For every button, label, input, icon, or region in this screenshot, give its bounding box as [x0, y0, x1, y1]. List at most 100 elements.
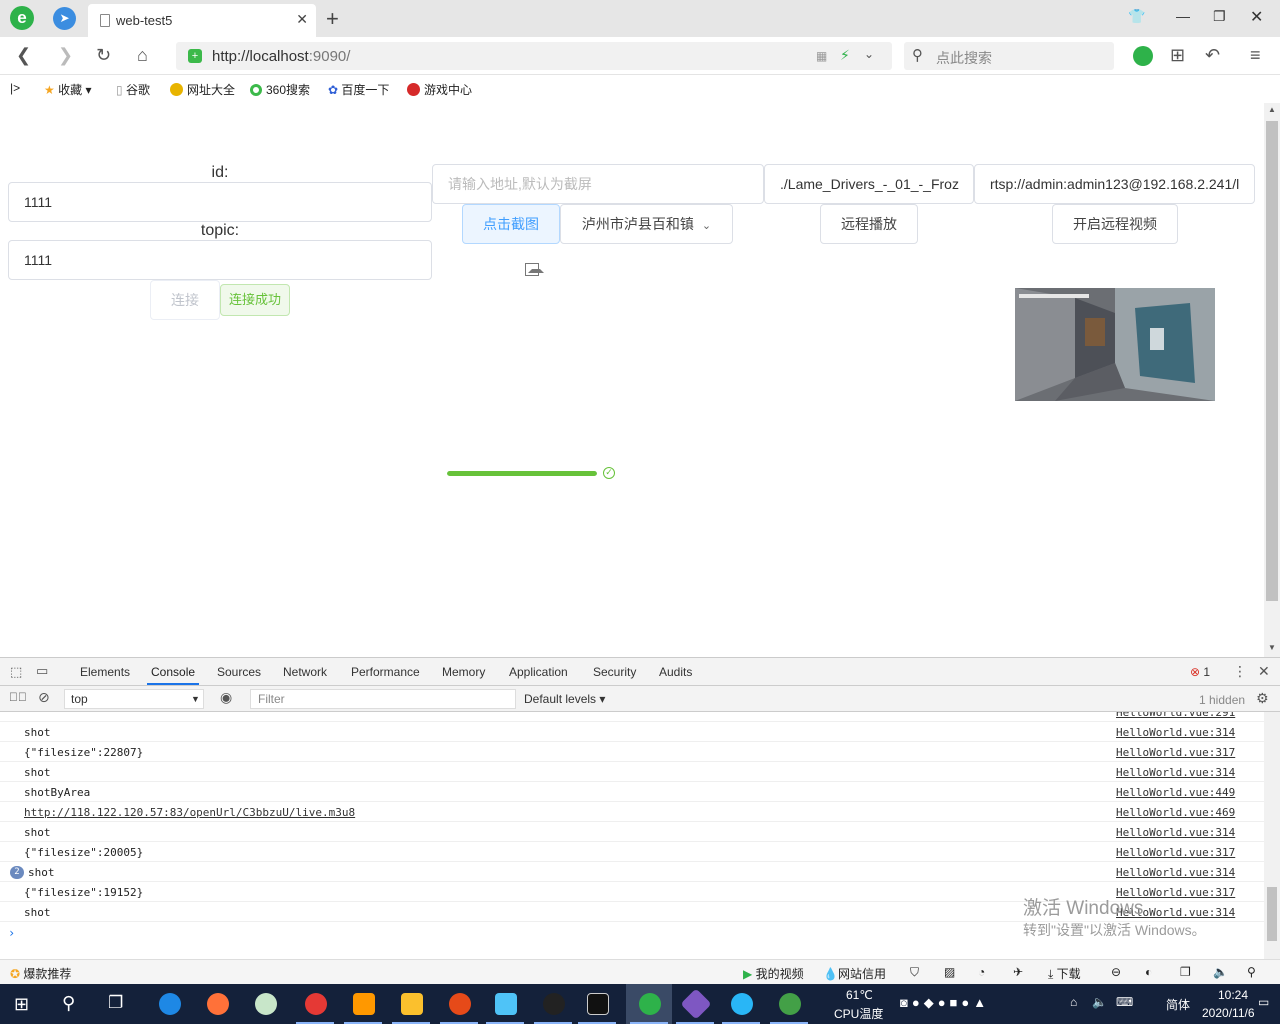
tab-close-icon[interactable]: ✕ — [296, 11, 308, 28]
keyboard-icon[interactable]: ⌨ — [1116, 995, 1133, 1009]
tray-icons[interactable]: ◙●◆●■●▲ — [900, 995, 990, 1011]
console-scrollbar[interactable] — [1264, 712, 1280, 960]
browser-app-icon[interactable] — [626, 984, 672, 1024]
device-toolbar-icon[interactable]: ▭ — [36, 663, 48, 679]
page-scrollbar[interactable]: ▲ ▼ — [1264, 103, 1280, 657]
maximize-icon[interactable]: ❐ — [1213, 8, 1226, 25]
bookmark-google[interactable]: ▯ 谷歌 — [116, 81, 150, 98]
page-scrollbar-thumb[interactable] — [1266, 121, 1278, 601]
tab-elements[interactable]: Elements — [80, 665, 130, 679]
connect-button[interactable]: 连接 — [150, 280, 220, 320]
tab-security[interactable]: Security — [593, 665, 636, 679]
clock-time[interactable]: 10:24 — [1218, 988, 1248, 1002]
rtsp-url-input[interactable]: rtsp://admin:admin123@192.168.2.241/l — [974, 164, 1255, 204]
sublime-app-icon[interactable] — [340, 984, 386, 1024]
navigation-arrow-icon[interactable]: ➤ — [53, 7, 76, 30]
url-dropdown-icon[interactable]: ⌄ — [864, 47, 874, 61]
cookie-status-icon[interactable]: ⊖ — [1111, 965, 1121, 979]
home-icon[interactable]: ⌂ — [137, 45, 148, 66]
shield-status-icon[interactable]: ⛉ — [910, 965, 919, 980]
taskbar-search-icon[interactable]: ⚲ — [62, 993, 75, 1014]
hot-recommend-link[interactable]: ✪ 爆款推荐 — [10, 965, 71, 982]
back-icon[interactable]: ❮ — [16, 45, 31, 66]
location-select[interactable]: 泸州市泸县百和镇 ⌄ — [560, 204, 733, 244]
console-source-link[interactable]: HelloWorld.vue:469 — [1116, 806, 1235, 819]
devtools-close-icon[interactable]: ✕ — [1258, 663, 1270, 680]
git-app-icon[interactable] — [672, 984, 718, 1024]
new-tab-icon[interactable]: + — [326, 6, 339, 32]
network-icon[interactable]: ⌂ — [1070, 995, 1077, 1009]
console-scrollbar-thumb[interactable] — [1267, 887, 1277, 941]
forward-icon[interactable]: ❯ — [58, 45, 73, 66]
undo-icon[interactable]: ↶ — [1205, 45, 1220, 66]
browser-logo-icon[interactable]: e — [10, 6, 34, 30]
tab-network[interactable]: Network — [283, 665, 327, 679]
reload-icon[interactable]: ↻ — [96, 45, 111, 66]
context-select[interactable]: top ▼ — [64, 689, 204, 709]
connected-status-button[interactable]: 连接成功 — [220, 284, 290, 316]
clean-status-icon[interactable]: ◐ — [1145, 965, 1152, 979]
live-expression-eye-icon[interactable]: ◉ — [220, 689, 232, 706]
speed-status-icon[interactable]: ◔ — [978, 965, 985, 979]
download-link[interactable]: ⤓ 下载 — [1048, 965, 1081, 982]
minimize-icon[interactable]: — — [1176, 8, 1190, 24]
qq-app-icon[interactable] — [530, 984, 576, 1024]
console-source-link[interactable]: HelloWorld.vue:317 — [1116, 846, 1235, 859]
address-input[interactable]: 请输入地址,默认为截屏 — [432, 164, 764, 204]
bookmark-hao[interactable]: 网址大全 — [170, 81, 235, 98]
window-close-icon[interactable]: ✕ — [1250, 7, 1263, 27]
my-video-link[interactable]: ▶ 我的视频 — [743, 965, 804, 982]
bookmark-favorites[interactable]: ★ 收藏 ▾ — [44, 81, 91, 98]
task-view-icon[interactable]: ❐ — [108, 993, 123, 1013]
bookmark-baidu[interactable]: ✿ 百度一下 — [328, 81, 389, 98]
bookmark-games[interactable]: 游戏中心 — [407, 81, 472, 98]
ime-indicator[interactable]: 简体 — [1166, 996, 1190, 1013]
console-source-link[interactable]: HelloWorld.vue:314 — [1116, 866, 1235, 879]
console-source-link[interactable]: HelloWorld.vue:314 — [1116, 726, 1235, 739]
inspect-element-icon[interactable]: ⬚ — [10, 664, 22, 680]
console-settings-gear-icon[interactable]: ⚙ — [1256, 690, 1269, 707]
rocket-status-icon[interactable]: ✈ — [1013, 965, 1023, 979]
console-source-link[interactable]: HelloWorld.vue:314 — [1116, 766, 1235, 779]
tab-sources[interactable]: Sources — [217, 665, 261, 679]
tab-audits[interactable]: Audits — [659, 665, 692, 679]
skin-icon[interactable]: 👕 — [1128, 8, 1145, 25]
search-app-icon[interactable] — [718, 984, 764, 1024]
tab-console[interactable]: Console — [146, 665, 200, 685]
id-input[interactable]: 1111 — [8, 182, 432, 222]
console-source-link[interactable]: HelloWorld.vue:291 — [1116, 712, 1235, 719]
devtools-menu-icon[interactable]: ⋮ — [1233, 663, 1247, 680]
error-count-badge[interactable]: ⊗ 1 — [1190, 665, 1210, 679]
remote-play-button[interactable]: 远程播放 — [820, 204, 918, 244]
volume-icon[interactable]: 🔈 — [1092, 995, 1107, 1009]
tab-web-test5[interactable]: web-test5 ✕ — [88, 4, 316, 37]
address-bar[interactable]: + http://localhost:9090/ ▦ ⚡ ⌄ — [176, 42, 892, 70]
clock-date[interactable]: 2020/11/6 — [1202, 1006, 1255, 1020]
speed-mode-icon[interactable]: ⚡ — [840, 47, 850, 64]
chrome-app-icon[interactable] — [292, 984, 338, 1024]
explorer-app-icon[interactable] — [388, 984, 434, 1024]
search-box[interactable]: ⚲ 点此搜索 — [904, 42, 1114, 70]
scroll-down-icon[interactable]: ▼ — [1268, 643, 1276, 652]
file-path-input[interactable]: ./Lame_Drivers_-_01_-_Froz — [764, 164, 974, 204]
remote-video-frame[interactable] — [1015, 288, 1215, 401]
apps-grid-icon[interactable]: ⊞ — [1170, 45, 1185, 66]
remote-video-button[interactable]: 开启远程视频 — [1052, 204, 1178, 244]
extension-icon[interactable] — [1133, 46, 1153, 66]
terminal-app-icon[interactable] — [574, 984, 620, 1024]
tab-performance[interactable]: Performance — [351, 665, 420, 679]
log-levels-dropdown[interactable]: Default levels ▾ — [524, 692, 605, 706]
sidebar-toggle-icon[interactable]: ▶⃞ — [9, 690, 27, 704]
console-source-link[interactable]: HelloWorld.vue:449 — [1116, 786, 1235, 799]
bookmark-360search[interactable]: 360搜索 — [250, 81, 310, 98]
ie-app-icon[interactable] — [146, 984, 192, 1024]
notification-icon[interactable]: ▭ — [1258, 995, 1269, 1009]
site-credit-link[interactable]: 💧网站信用 — [823, 965, 886, 982]
volume-status-icon[interactable]: 🔈 — [1213, 965, 1228, 979]
wechat-app-icon[interactable] — [766, 984, 812, 1024]
topic-input[interactable]: 1111 — [8, 240, 432, 280]
scroll-up-icon[interactable]: ▲ — [1268, 105, 1276, 114]
remote-desktop-app-icon[interactable] — [482, 984, 528, 1024]
address-url[interactable]: http://localhost:9090/ — [212, 48, 350, 65]
console-prompt[interactable]: › — [8, 926, 15, 940]
